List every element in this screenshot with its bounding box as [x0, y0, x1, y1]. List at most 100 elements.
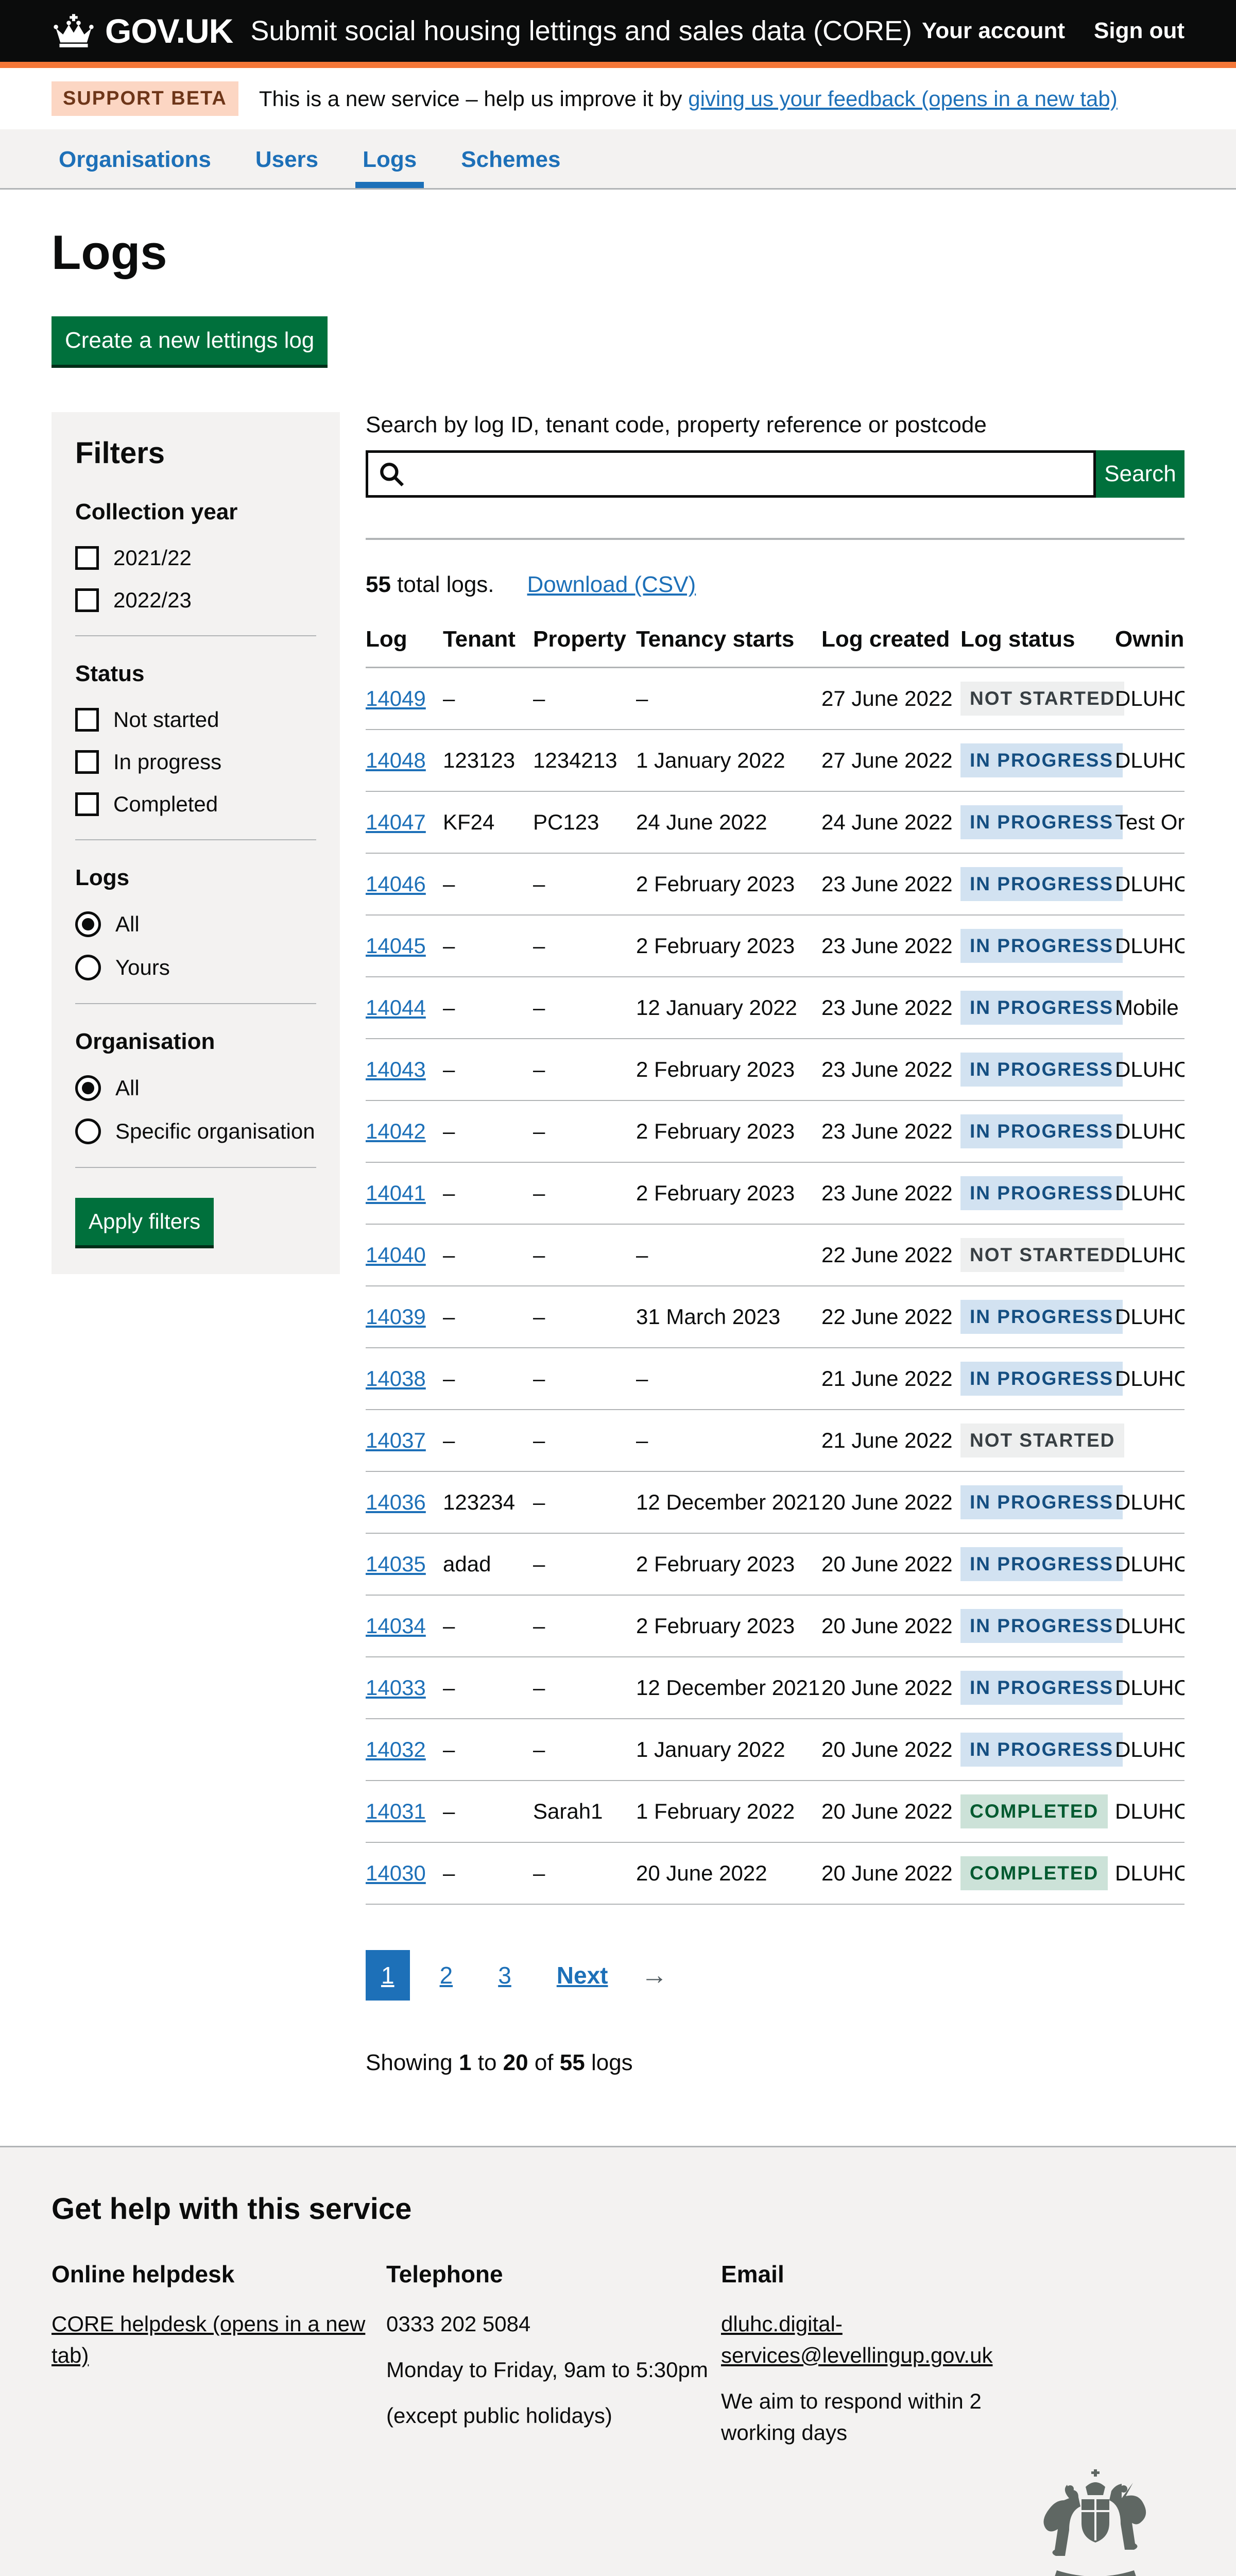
checkbox-status-completed[interactable] [75, 792, 99, 816]
table-cell: – [636, 668, 821, 730]
status-badge: COMPLETED [960, 1794, 1108, 1828]
column-header-property: Property [533, 611, 636, 668]
footer-text: Monday to Friday, 9am to 5:30pm [386, 2354, 721, 2386]
download-csv-link[interactable]: Download (CSV) [527, 572, 696, 598]
log-link-14040[interactable]: 14040 [366, 1243, 426, 1267]
results-section: Search by log ID, tenant code, property … [366, 412, 1184, 2076]
table-cell: – [533, 853, 636, 915]
column-header-log-created: Log created [821, 611, 960, 668]
footer-text: 0333 202 5084 [386, 2309, 721, 2340]
log-link-14031[interactable]: 14031 [366, 1799, 426, 1823]
radio-organisation-all[interactable] [75, 1075, 101, 1101]
log-link-14032[interactable]: 14032 [366, 1737, 426, 1761]
phase-banner: SUPPORT BETA This is a new service – hel… [0, 68, 1236, 129]
table-cell: – [443, 1410, 533, 1471]
owning-organisation-cell: Mobile Hous [1115, 977, 1184, 1039]
govuk-logo[interactable]: GOV.UK [105, 11, 233, 50]
checkbox-collection-year-2022-23[interactable] [75, 588, 99, 612]
search-icon [378, 461, 405, 493]
table-cell: 20 June 2022 [821, 1595, 960, 1657]
tab-schemes[interactable]: Schemes [454, 147, 568, 188]
log-link-14030[interactable]: 14030 [366, 1861, 426, 1885]
log-link-14036[interactable]: 14036 [366, 1490, 426, 1514]
owning-organisation-cell: DLUHC [1115, 730, 1184, 791]
page-2[interactable]: 2 [424, 1950, 469, 2001]
footer-column-title: Telephone [386, 2260, 721, 2288]
table-cell: 23 June 2022 [821, 1039, 960, 1100]
table-row: 14047KF24PC12324 June 202224 June 2022IN… [366, 791, 1184, 853]
table-cell: 2 February 2023 [636, 1100, 821, 1162]
footer-link-dluhc-digital-services-levelli[interactable]: dluhc.digital-services@levellingup.gov.u… [721, 2312, 992, 2367]
search-button[interactable]: Search [1096, 450, 1184, 498]
table-cell: 1 January 2022 [636, 730, 821, 791]
status-badge: IN PROGRESS [960, 867, 1123, 901]
log-link-14041[interactable]: 14041 [366, 1181, 426, 1205]
log-link-14037[interactable]: 14037 [366, 1428, 426, 1452]
table-cell: – [533, 1162, 636, 1224]
filter-legend: Collection year [75, 499, 316, 525]
log-link-14042[interactable]: 14042 [366, 1119, 426, 1143]
apply-filters-button[interactable]: Apply filters [75, 1198, 214, 1245]
table-cell: 21 June 2022 [821, 1410, 960, 1471]
checkbox-status-not-started[interactable] [75, 708, 99, 732]
page-3[interactable]: 3 [483, 1950, 527, 2001]
feedback-link[interactable]: giving us your feedback (opens in a new … [688, 87, 1118, 111]
owning-organisation-cell: DLUHC Test [1115, 1595, 1184, 1657]
footer-text: (except public holidays) [386, 2400, 721, 2432]
table-cell: 20 June 2022 [821, 1471, 960, 1533]
log-link-14034[interactable]: 14034 [366, 1614, 426, 1638]
radio-organisation-specific-organisation[interactable] [75, 1118, 101, 1144]
search-input[interactable] [366, 450, 1096, 498]
log-link-14045[interactable]: 14045 [366, 934, 426, 958]
radio-logs-all[interactable] [75, 911, 101, 937]
table-cell: 23 June 2022 [821, 977, 960, 1039]
log-link-14046[interactable]: 14046 [366, 872, 426, 896]
footer-columns: Online helpdeskCORE helpdesk (opens in a… [52, 2260, 1184, 2463]
checkbox-status-in-progress[interactable] [75, 750, 99, 774]
radio-logs-yours[interactable] [75, 955, 101, 980]
checkbox-collection-year-2021-22[interactable] [75, 546, 99, 570]
logs-table-body: 14049–––27 June 2022NOT STARTEDDLUHC1404… [366, 668, 1184, 1905]
log-link-14033[interactable]: 14033 [366, 1675, 426, 1700]
table-cell: 23 June 2022 [821, 915, 960, 977]
tab-users[interactable]: Users [248, 147, 325, 188]
your-account-link[interactable]: Your account [922, 18, 1065, 44]
tab-organisations[interactable]: Organisations [52, 147, 218, 188]
total-logs-count: 55 [366, 572, 391, 597]
table-cell: – [533, 1719, 636, 1781]
log-link-14043[interactable]: 14043 [366, 1057, 426, 1081]
results-divider [366, 538, 1184, 540]
log-link-14048[interactable]: 14048 [366, 748, 426, 772]
tab-logs[interactable]: Logs [355, 147, 424, 188]
page-1[interactable]: 1 [366, 1950, 410, 2001]
table-row: 14035adad–2 February 202320 June 2022IN … [366, 1533, 1184, 1595]
log-link-14039[interactable]: 14039 [366, 1304, 426, 1329]
table-cell: – [533, 1657, 636, 1719]
log-link-14049[interactable]: 14049 [366, 686, 426, 710]
sign-out-link[interactable]: Sign out [1094, 18, 1184, 44]
footer-link-core-helpdesk-opens-in-a-new-t[interactable]: CORE helpdesk (opens in a new tab) [52, 2312, 365, 2367]
filters-panel: Filters Collection year 2021/222022/23 S… [52, 412, 340, 1274]
table-cell: – [533, 668, 636, 730]
log-link-14044[interactable]: 14044 [366, 995, 426, 1020]
next-page-link[interactable]: Next [541, 1950, 624, 2001]
table-cell: 27 June 2022 [821, 668, 960, 730]
header-account-nav: Your account Sign out [922, 18, 1184, 44]
filter-divider [75, 1003, 316, 1004]
filter-option: 2022/23 [75, 588, 316, 613]
table-cell: – [443, 1842, 533, 1904]
table-cell: – [443, 1781, 533, 1842]
create-lettings-log-button[interactable]: Create a new lettings log [52, 316, 328, 365]
table-row: 14040–––22 June 2022NOT STARTEDDLUHC [366, 1224, 1184, 1286]
table-row: 14042––2 February 202323 June 2022IN PRO… [366, 1100, 1184, 1162]
table-row: 14041––2 February 202323 June 2022IN PRO… [366, 1162, 1184, 1224]
log-link-14038[interactable]: 14038 [366, 1366, 426, 1391]
option-label: 2021/22 [113, 546, 192, 570]
table-row: 14046––2 February 202323 June 2022IN PRO… [366, 853, 1184, 915]
owning-organisation-cell: Test Organisa [1115, 791, 1184, 853]
table-cell: – [443, 1224, 533, 1286]
log-link-14047[interactable]: 14047 [366, 810, 426, 834]
service-name-link[interactable]: Submit social housing lettings and sales… [250, 15, 912, 47]
log-link-14035[interactable]: 14035 [366, 1552, 426, 1576]
table-cell: 22 June 2022 [821, 1224, 960, 1286]
